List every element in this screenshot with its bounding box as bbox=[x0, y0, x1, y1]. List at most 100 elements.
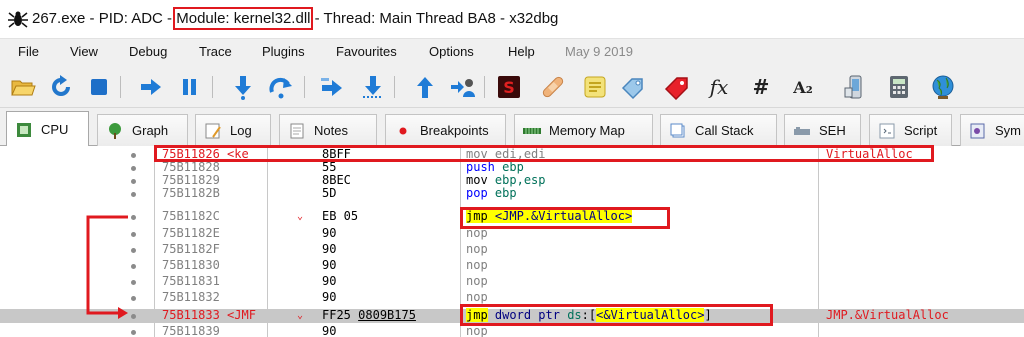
step-into-icon[interactable] bbox=[230, 74, 256, 100]
labels-icon[interactable] bbox=[620, 74, 646, 100]
tab-label: Log bbox=[230, 123, 252, 138]
menu-view[interactable]: View bbox=[70, 44, 98, 59]
title-suffix: - Thread: Main Thread BA8 - x32dbg bbox=[310, 10, 559, 27]
address: 75B1182B bbox=[162, 186, 220, 200]
stop-icon[interactable] bbox=[86, 74, 112, 100]
execute-till-return-icon[interactable] bbox=[412, 74, 438, 100]
seh-icon bbox=[794, 126, 810, 135]
run-icon[interactable] bbox=[138, 74, 164, 100]
bytes: 90 bbox=[322, 242, 337, 256]
tab-bar: CPU Graph Log Notes Breakpoints Memory M… bbox=[0, 108, 1024, 147]
variables-icon[interactable]: # bbox=[748, 74, 774, 100]
window-title: 267.exe - PID: ADC - Module: kernel32.dl… bbox=[32, 7, 559, 30]
tab-graph[interactable]: Graph bbox=[97, 114, 188, 146]
jump-marker-icon: ⌄ bbox=[297, 211, 304, 222]
tab-memory-map[interactable]: Memory Map bbox=[514, 114, 653, 146]
jump-arrow-annotation bbox=[86, 215, 128, 319]
tab-label: Script bbox=[904, 123, 938, 138]
bytes: 90 bbox=[322, 258, 337, 272]
graph-icon bbox=[109, 122, 121, 139]
bytes: 90 bbox=[322, 324, 337, 337]
instruction: nop bbox=[466, 242, 488, 256]
build-date: May 9 2019 bbox=[565, 44, 633, 59]
run-to-user-code-icon[interactable] bbox=[450, 74, 476, 100]
tab-label: Call Stack bbox=[695, 123, 754, 138]
tab-log[interactable]: Log bbox=[195, 114, 271, 146]
log-icon bbox=[205, 123, 221, 138]
bytes: 90 bbox=[322, 274, 337, 288]
bytes: 5D bbox=[322, 186, 337, 200]
address: 75B11831 bbox=[162, 274, 220, 288]
bytes: 90 bbox=[322, 290, 337, 304]
address: 75B11833 <JMF bbox=[162, 308, 256, 322]
calculator-icon[interactable] bbox=[886, 74, 912, 100]
instruction: nop bbox=[466, 290, 488, 304]
tab-call-stack[interactable]: Call Stack bbox=[660, 114, 777, 146]
functions-icon[interactable]: fx bbox=[706, 74, 732, 100]
strings-icon[interactable]: A₂ bbox=[790, 74, 816, 100]
tab-label: Memory Map bbox=[549, 123, 625, 138]
toolbar: S fx # A₂ bbox=[0, 66, 1024, 108]
bytes: FF25 0809B175 bbox=[322, 308, 416, 322]
title-prefix: 267.exe - PID: ADC - bbox=[32, 10, 177, 27]
address: 75B1182C bbox=[162, 209, 220, 223]
trace-into-icon[interactable] bbox=[320, 74, 346, 100]
menu-debug[interactable]: Debug bbox=[129, 44, 167, 59]
tab-breakpoints[interactable]: Breakpoints bbox=[385, 114, 506, 146]
restart-icon[interactable] bbox=[48, 74, 74, 100]
bytes: 90 bbox=[322, 226, 337, 240]
comment: JMP.&VirtualAlloc bbox=[826, 308, 949, 322]
pause-icon[interactable] bbox=[176, 74, 202, 100]
address: 75B11830 bbox=[162, 258, 220, 272]
menu-file[interactable]: File bbox=[18, 44, 39, 59]
tab-label: Sym bbox=[995, 123, 1021, 138]
tab-cpu[interactable]: CPU bbox=[6, 111, 89, 147]
breakpoint-icon bbox=[399, 127, 407, 134]
menu-plugins[interactable]: Plugins bbox=[262, 44, 305, 59]
menu-bar: File View Debug Trace Plugins Favourites… bbox=[0, 38, 1024, 66]
address: 75B11839 bbox=[162, 324, 220, 337]
bug-icon bbox=[8, 11, 28, 28]
svg-text:S: S bbox=[503, 78, 515, 97]
menu-trace[interactable]: Trace bbox=[199, 44, 232, 59]
menu-favourites[interactable]: Favourites bbox=[336, 44, 397, 59]
address: 75B11832 bbox=[162, 290, 220, 304]
menu-options[interactable]: Options bbox=[429, 44, 474, 59]
scylla-icon[interactable]: S bbox=[496, 74, 522, 100]
title-bar: 267.exe - PID: ADC - Module: kernel32.dl… bbox=[0, 0, 1024, 38]
instruction: pop ebp bbox=[466, 186, 517, 200]
jump-marker-icon: ⌄ bbox=[297, 310, 304, 321]
highlight-box-jmp-indirect bbox=[460, 304, 773, 326]
call-stack-icon bbox=[670, 123, 685, 137]
open-icon[interactable] bbox=[10, 74, 36, 100]
tab-seh[interactable]: SEH bbox=[784, 114, 861, 146]
highlight-box-jmp-short bbox=[460, 207, 670, 229]
tab-label: Notes bbox=[314, 123, 348, 138]
tab-symbols[interactable]: Sym bbox=[960, 114, 1024, 146]
tab-notes[interactable]: Notes bbox=[279, 114, 377, 146]
bookmarks-icon[interactable] bbox=[664, 74, 690, 100]
script-icon bbox=[879, 123, 895, 138]
highlight-box-entry-row bbox=[154, 145, 934, 162]
notes-icon bbox=[290, 123, 304, 138]
symbols-icon bbox=[970, 123, 985, 138]
tab-label: CPU bbox=[41, 122, 69, 137]
globe-icon[interactable] bbox=[930, 74, 956, 100]
bytes: EB 05 bbox=[322, 209, 359, 223]
cpu-icon bbox=[17, 122, 31, 137]
menu-help[interactable]: Help bbox=[508, 44, 535, 59]
title-module: Module: kernel32.dll bbox=[173, 7, 314, 30]
device-icon[interactable] bbox=[842, 74, 868, 100]
patch-icon[interactable] bbox=[540, 74, 566, 100]
step-over-icon[interactable] bbox=[268, 74, 294, 100]
tab-script[interactable]: Script bbox=[869, 114, 952, 146]
instruction: nop bbox=[466, 274, 488, 288]
memory-map-icon bbox=[523, 127, 541, 134]
instruction: nop bbox=[466, 258, 488, 272]
address: 75B1182E bbox=[162, 226, 220, 240]
disassembly-view[interactable]: 75B11826 <ke 8BFF mov edi,edi VirtualAll… bbox=[0, 145, 1024, 337]
tab-label: Breakpoints bbox=[420, 123, 489, 138]
trace-over-icon[interactable] bbox=[360, 74, 386, 100]
instruction: nop bbox=[466, 324, 488, 337]
comments-icon[interactable] bbox=[582, 74, 608, 100]
